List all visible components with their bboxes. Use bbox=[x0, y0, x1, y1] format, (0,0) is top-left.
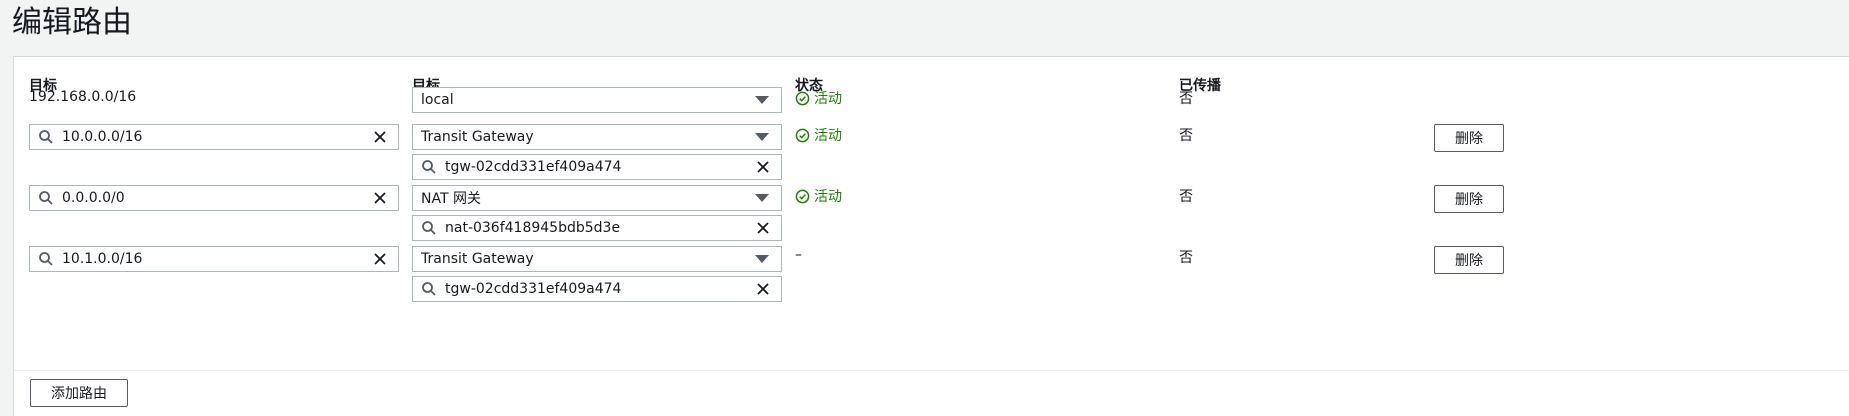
search-icon bbox=[422, 221, 436, 235]
propagated-value: 否 bbox=[1179, 189, 1193, 205]
close-icon[interactable] bbox=[755, 159, 771, 175]
caret-down-icon bbox=[755, 194, 769, 202]
target-type-select[interactable]: local bbox=[412, 87, 782, 113]
target-id-input[interactable]: nat-036f418945bdb5d3e bbox=[412, 215, 782, 241]
status-text: – bbox=[795, 247, 802, 263]
search-icon bbox=[39, 191, 53, 205]
target-type-select[interactable]: Transit Gateway bbox=[412, 246, 782, 272]
destination-input[interactable]: 10.0.0.0/16 bbox=[29, 124, 399, 150]
routes-panel: 目标 目标 状态 已传播 192.168.0.0/16 local 活动 否 1… bbox=[13, 56, 1849, 416]
propagated-value: 否 bbox=[1179, 128, 1193, 144]
search-icon bbox=[422, 160, 436, 174]
target-type-select[interactable]: Transit Gateway bbox=[412, 124, 782, 150]
check-circle-icon bbox=[795, 91, 810, 105]
destination-input[interactable]: 10.1.0.0/16 bbox=[29, 246, 399, 272]
destination-input[interactable]: 0.0.0.0/0 bbox=[29, 185, 399, 211]
status-text: 活动 bbox=[814, 91, 842, 107]
target-id-value: tgw-02cdd331ef409a474 bbox=[445, 281, 622, 297]
close-icon[interactable] bbox=[372, 190, 388, 206]
close-icon[interactable] bbox=[755, 281, 771, 297]
close-icon[interactable] bbox=[372, 129, 388, 145]
target-id-value: nat-036f418945bdb5d3e bbox=[445, 220, 621, 236]
status-indicator: 活动 bbox=[795, 186, 842, 206]
target-type-value: local bbox=[421, 92, 454, 108]
search-icon bbox=[39, 252, 53, 266]
caret-down-icon bbox=[755, 133, 769, 141]
propagated-value: 否 bbox=[1179, 250, 1193, 266]
caret-down-icon bbox=[755, 96, 769, 104]
remove-route-button[interactable]: 删除 bbox=[1434, 124, 1504, 152]
destination-value: 0.0.0.0/0 bbox=[62, 190, 125, 206]
search-icon bbox=[422, 282, 436, 296]
target-id-input[interactable]: tgw-02cdd331ef409a474 bbox=[412, 276, 782, 302]
status-text: 活动 bbox=[814, 189, 842, 205]
page-title: 编辑路由 bbox=[12, 5, 132, 40]
check-circle-icon bbox=[795, 128, 810, 142]
target-id-value: tgw-02cdd331ef409a474 bbox=[445, 159, 622, 175]
target-type-value: Transit Gateway bbox=[421, 129, 534, 145]
caret-down-icon bbox=[755, 255, 769, 263]
close-icon[interactable] bbox=[372, 251, 388, 267]
propagated-value: 否 bbox=[1179, 91, 1193, 107]
target-type-select[interactable]: NAT 网关 bbox=[412, 185, 782, 211]
target-type-value: Transit Gateway bbox=[421, 251, 534, 267]
divider bbox=[14, 370, 1849, 371]
destination-value: 10.0.0.0/16 bbox=[62, 129, 143, 145]
target-type-value: NAT 网关 bbox=[421, 191, 481, 207]
status-text: 活动 bbox=[814, 128, 842, 144]
search-icon bbox=[39, 130, 53, 144]
status-indicator: 活动 bbox=[795, 88, 842, 108]
add-route-button[interactable]: 添加路由 bbox=[30, 379, 128, 407]
check-circle-icon bbox=[795, 189, 810, 203]
destination-value: 10.1.0.0/16 bbox=[62, 251, 143, 267]
remove-route-button[interactable]: 删除 bbox=[1434, 185, 1504, 213]
status-indicator: 活动 bbox=[795, 125, 842, 145]
route-destination-static: 192.168.0.0/16 bbox=[29, 89, 137, 105]
remove-route-button[interactable]: 删除 bbox=[1434, 246, 1504, 274]
close-icon[interactable] bbox=[755, 220, 771, 236]
target-id-input[interactable]: tgw-02cdd331ef409a474 bbox=[412, 154, 782, 180]
